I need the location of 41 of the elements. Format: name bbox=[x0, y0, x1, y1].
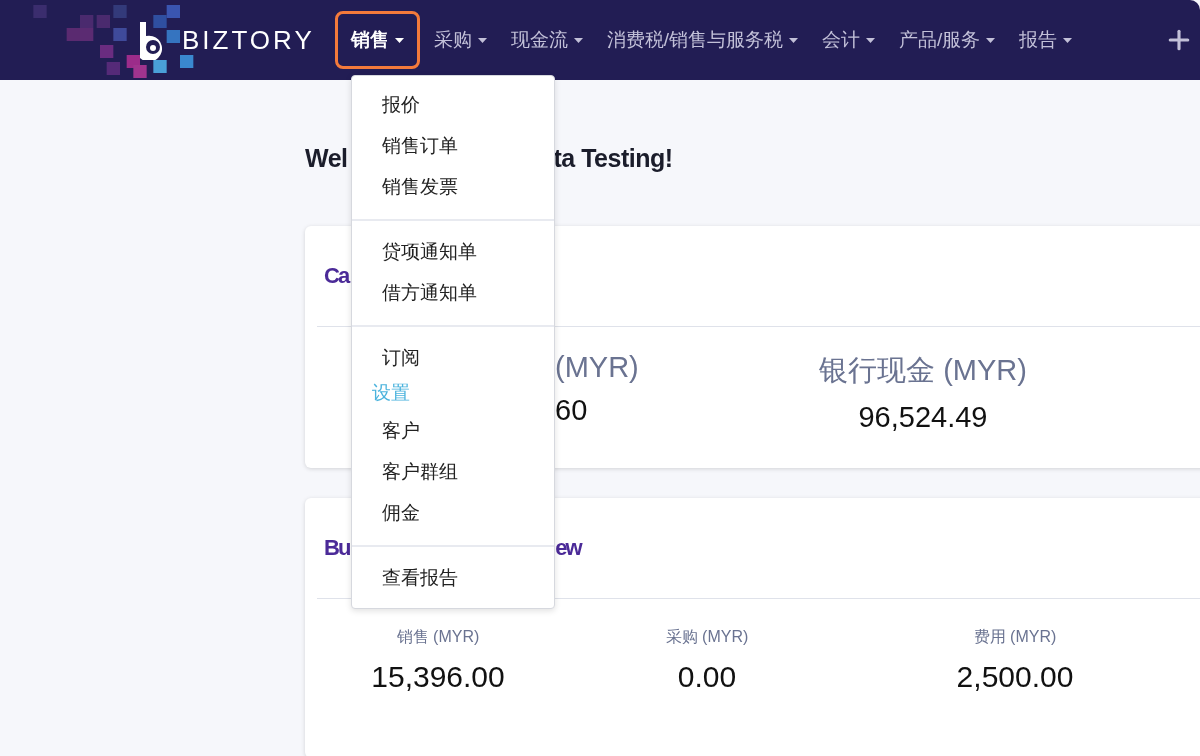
welcome-heading: ta Testing! bbox=[553, 143, 673, 173]
menu-item[interactable]: 销售订单 bbox=[352, 125, 554, 166]
caret-icon bbox=[394, 37, 404, 43]
metric-label: 销售 (MYR) bbox=[396, 627, 480, 647]
menu-section-heading: 设置 bbox=[371, 381, 411, 405]
nav-menu-item[interactable]: 产品/服务 bbox=[887, 20, 1008, 60]
caret-icon bbox=[573, 37, 583, 43]
menu-item[interactable]: 订阅 bbox=[352, 337, 554, 378]
metric-label: 采购 (MYR) bbox=[665, 627, 749, 647]
menu-item[interactable]: 佣金 bbox=[352, 492, 554, 533]
card-title: Ca bbox=[324, 263, 349, 289]
nav-menu-item[interactable]: 现金流 bbox=[498, 20, 595, 60]
metric-label: (MYR) bbox=[555, 351, 639, 384]
metric-label: 银行现金 (MYR) bbox=[819, 353, 1027, 388]
nav-menu-item[interactable]: 报告 bbox=[1007, 20, 1085, 60]
card-title: ew bbox=[555, 535, 581, 561]
brand-name: BIZTORY bbox=[182, 24, 315, 56]
menu-item[interactable]: 查看报告 bbox=[352, 557, 554, 598]
nav-menu-item[interactable]: 销售 bbox=[334, 11, 420, 69]
metric-value: 2,500.00 bbox=[956, 660, 1074, 694]
metric-value: 60 bbox=[555, 394, 588, 427]
metric-label: 费用 (MYR) bbox=[973, 627, 1057, 647]
menu-item[interactable]: 贷项通知单 bbox=[352, 231, 554, 272]
metric-value: 15,396.00 bbox=[371, 660, 505, 694]
caret-icon bbox=[789, 37, 798, 43]
metric-value: 0.00 bbox=[677, 660, 737, 694]
nav-menu-item[interactable]: 消费税/销售与服务税 bbox=[594, 20, 810, 60]
welcome-heading: Wel bbox=[305, 143, 348, 173]
card-title: Bu bbox=[324, 535, 350, 561]
caret-icon bbox=[477, 37, 487, 43]
metric-value: 96,524.49 bbox=[858, 401, 988, 434]
menu-item[interactable]: 客户群组 bbox=[352, 451, 554, 492]
menu-item[interactable]: 销售发票 bbox=[352, 166, 554, 207]
nav-menu-item[interactable]: 会计 bbox=[810, 20, 887, 60]
caret-icon bbox=[986, 37, 996, 43]
menu-item[interactable]: 客户 bbox=[352, 410, 554, 451]
caret-icon bbox=[1063, 37, 1073, 43]
caret-icon bbox=[866, 37, 875, 43]
menu-item[interactable]: 报价 bbox=[352, 84, 554, 125]
nav-menu-item[interactable]: 采购 bbox=[421, 20, 499, 60]
menu-item[interactable]: 借方通知单 bbox=[352, 272, 554, 313]
